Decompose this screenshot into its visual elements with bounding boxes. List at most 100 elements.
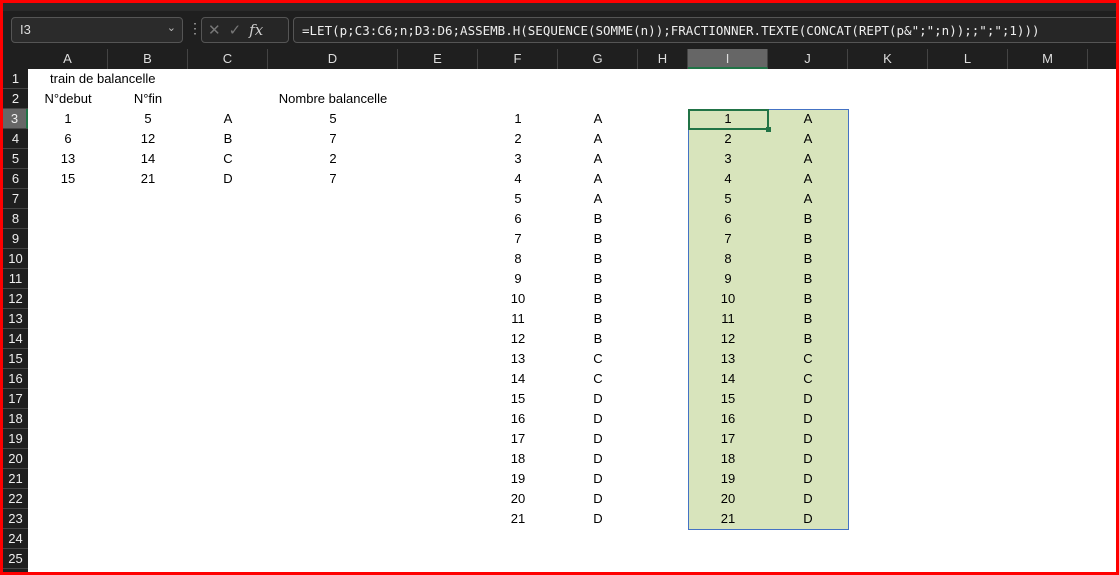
cell-j-letter[interactable]: B (768, 249, 848, 269)
column-header-A[interactable]: A (28, 49, 108, 69)
cell-g-letter[interactable]: C (558, 369, 638, 389)
cell-f-number[interactable]: 8 (478, 249, 558, 269)
cell-fin[interactable]: 14 (108, 149, 188, 169)
cell-i-number[interactable]: 11 (688, 309, 768, 329)
cell-g-letter[interactable]: D (558, 429, 638, 449)
cell-f-number[interactable]: 12 (478, 329, 558, 349)
row-header-5[interactable]: 5 (3, 149, 28, 169)
cell-g-letter[interactable]: A (558, 129, 638, 149)
name-box[interactable]: I3 ⌄ (11, 17, 183, 43)
cell-i-number[interactable]: 6 (688, 209, 768, 229)
cell-f-number[interactable]: 7 (478, 229, 558, 249)
header-nombre[interactable]: Nombre balancelle (268, 89, 398, 109)
cell-i-number[interactable]: 18 (688, 449, 768, 469)
cell-debut[interactable]: 1 (28, 109, 108, 129)
row-header-11[interactable]: 11 (3, 269, 28, 289)
cell-j-letter[interactable]: B (768, 309, 848, 329)
cell-i-number[interactable]: 8 (688, 249, 768, 269)
column-header-D[interactable]: D (268, 49, 398, 69)
cell-j-letter[interactable]: D (768, 389, 848, 409)
cell-code[interactable]: B (188, 129, 268, 149)
cell-f-number[interactable]: 9 (478, 269, 558, 289)
row-header-22[interactable]: 22 (3, 489, 28, 509)
row-header-10[interactable]: 10 (3, 249, 28, 269)
cell-g-letter[interactable]: A (558, 109, 638, 129)
cell-f-number[interactable]: 11 (478, 309, 558, 329)
cell-i-number[interactable]: 5 (688, 189, 768, 209)
cell-j-letter[interactable]: D (768, 449, 848, 469)
cell-j-letter[interactable]: A (768, 149, 848, 169)
column-header-C[interactable]: C (188, 49, 268, 69)
cell-j-letter[interactable]: A (768, 109, 848, 129)
row-header-2[interactable]: 2 (3, 89, 28, 109)
row-header-9[interactable]: 9 (3, 229, 28, 249)
cell-j-letter[interactable]: B (768, 229, 848, 249)
cell-g-letter[interactable]: B (558, 269, 638, 289)
row-header-15[interactable]: 15 (3, 349, 28, 369)
cell-f-number[interactable]: 14 (478, 369, 558, 389)
cell-i-number[interactable]: 7 (688, 229, 768, 249)
cell-i-number[interactable]: 4 (688, 169, 768, 189)
cell-fin[interactable]: 12 (108, 129, 188, 149)
row-header-14[interactable]: 14 (3, 329, 28, 349)
cell-nombre[interactable]: 2 (268, 149, 398, 169)
more-options-icon[interactable]: ⋮ (188, 20, 202, 37)
row-header-4[interactable]: 4 (3, 129, 28, 149)
cell-j-letter[interactable]: C (768, 349, 848, 369)
cell-g-letter[interactable]: C (558, 349, 638, 369)
chevron-down-icon[interactable]: ⌄ (167, 21, 176, 34)
cell-debut[interactable]: 15 (28, 169, 108, 189)
column-header-E[interactable]: E (398, 49, 478, 69)
cell-f-number[interactable]: 1 (478, 109, 558, 129)
cell-code[interactable]: C (188, 149, 268, 169)
row-header-20[interactable]: 20 (3, 449, 28, 469)
row-header-6[interactable]: 6 (3, 169, 28, 189)
cell-g-letter[interactable]: D (558, 389, 638, 409)
row-header-23[interactable]: 23 (3, 509, 28, 529)
cell-nombre[interactable]: 7 (268, 129, 398, 149)
cell-i-number[interactable]: 21 (688, 509, 768, 529)
cell-j-letter[interactable]: C (768, 369, 848, 389)
cell-i-number[interactable]: 9 (688, 269, 768, 289)
cell-f-number[interactable]: 21 (478, 509, 558, 529)
cell-f-number[interactable]: 18 (478, 449, 558, 469)
fill-handle[interactable] (766, 127, 771, 132)
cell-f-number[interactable]: 6 (478, 209, 558, 229)
cell-debut[interactable]: 13 (28, 149, 108, 169)
cell-f-number[interactable]: 4 (478, 169, 558, 189)
cell-i-number[interactable]: 12 (688, 329, 768, 349)
header-fin[interactable]: N°fin (108, 89, 188, 109)
cell-i-number[interactable]: 19 (688, 469, 768, 489)
column-header-H[interactable]: H (638, 49, 688, 69)
row-header-3[interactable]: 3 (3, 109, 28, 129)
cell-nombre[interactable]: 5 (268, 109, 398, 129)
cell-g-letter[interactable]: B (558, 209, 638, 229)
cell-i-number[interactable]: 16 (688, 409, 768, 429)
row-header-24[interactable]: 24 (3, 529, 28, 549)
cancel-icon[interactable]: ✕ (208, 21, 221, 39)
column-header-B[interactable]: B (108, 49, 188, 69)
cell-g-letter[interactable]: B (558, 309, 638, 329)
row-header-8[interactable]: 8 (3, 209, 28, 229)
insert-function-icon[interactable]: fx (249, 21, 263, 39)
cell-j-letter[interactable]: D (768, 429, 848, 449)
cell-i-number[interactable]: 20 (688, 489, 768, 509)
cell-j-letter[interactable]: B (768, 329, 848, 349)
cell-g-letter[interactable]: B (558, 229, 638, 249)
cell-fin[interactable]: 5 (108, 109, 188, 129)
cell-i-number[interactable]: 10 (688, 289, 768, 309)
row-header-19[interactable]: 19 (3, 429, 28, 449)
cell-g-letter[interactable]: A (558, 169, 638, 189)
header-debut[interactable]: N°debut (28, 89, 108, 109)
cell-g-letter[interactable]: D (558, 469, 638, 489)
cell-i-number[interactable]: 15 (688, 389, 768, 409)
cell-g-letter[interactable]: D (558, 409, 638, 429)
title-cell[interactable]: train de balancelle (28, 69, 228, 89)
cell-g-letter[interactable]: A (558, 149, 638, 169)
sheet-grid[interactable]: train de balancelle N°debut N°fin Nombre ba… (28, 69, 1116, 572)
cell-nombre[interactable]: 7 (268, 169, 398, 189)
column-header-M[interactable]: M (1008, 49, 1088, 69)
cell-j-letter[interactable]: D (768, 509, 848, 529)
cell-j-letter[interactable]: A (768, 189, 848, 209)
column-header-F[interactable]: F (478, 49, 558, 69)
